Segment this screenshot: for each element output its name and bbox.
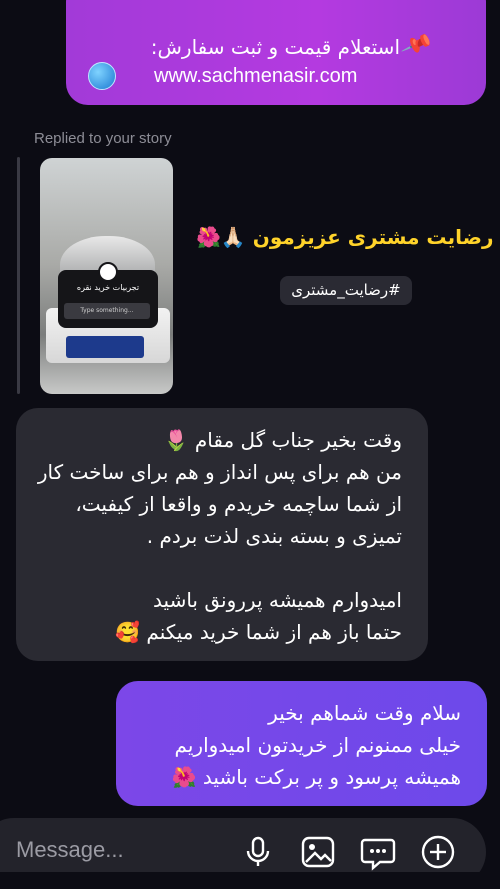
story-reply-label: Replied to your story bbox=[34, 130, 172, 147]
outgoing-message-text: سلام وقت شماهم بخیر خیلی ممنونم از خریدت… bbox=[171, 701, 461, 789]
hashtag-badge[interactable]: #رضایت_مشتری bbox=[280, 276, 412, 305]
globe-icon bbox=[88, 62, 116, 90]
story-caption-title: رضایت مشتری عزیزمون 🙏🏻🌺 bbox=[196, 225, 493, 249]
sticker-avatar bbox=[98, 262, 118, 282]
incoming-message-text: وقت بخیر جناب گل مقام 🌷 من هم برای پس ان… bbox=[37, 428, 402, 644]
sticker-icon[interactable] bbox=[358, 832, 398, 872]
message-bubble-outgoing[interactable]: سلام وقت شماهم بخیر خیلی ممنونم از خریدت… bbox=[116, 681, 487, 806]
message-input[interactable]: Message... bbox=[16, 837, 124, 863]
message-bubble-incoming[interactable]: وقت بخیر جناب گل مقام 🌷 من هم برای پس ان… bbox=[16, 408, 428, 661]
story-title-text: رضایت مشتری عزیزمون bbox=[252, 225, 494, 249]
sticker-input: Type something... bbox=[64, 303, 150, 319]
story-image-scale-display bbox=[66, 336, 144, 358]
plus-icon[interactable] bbox=[418, 832, 458, 872]
message-line-order: استعلام قیمت و ثبت سفارش: bbox=[150, 35, 400, 59]
sticker-title: تجربیات خرید نقره bbox=[76, 283, 140, 292]
title-emoji: 🙏🏻🌺 bbox=[196, 225, 246, 249]
story-thumbnail[interactable]: تجربیات خرید نقره Type something... bbox=[40, 158, 173, 394]
message-bubble-outgoing-top[interactable]: استعلام قیمت و ثبت سفارش: 📌 www.sachmena… bbox=[66, 0, 486, 105]
reply-indicator-bar bbox=[17, 157, 20, 394]
website-link[interactable]: www.sachmenasir.com bbox=[154, 65, 357, 88]
image-icon[interactable] bbox=[298, 832, 338, 872]
microphone-icon[interactable] bbox=[238, 832, 278, 872]
bottom-safe-area bbox=[0, 872, 500, 889]
pushpin-icon: 📌 bbox=[399, 29, 434, 62]
